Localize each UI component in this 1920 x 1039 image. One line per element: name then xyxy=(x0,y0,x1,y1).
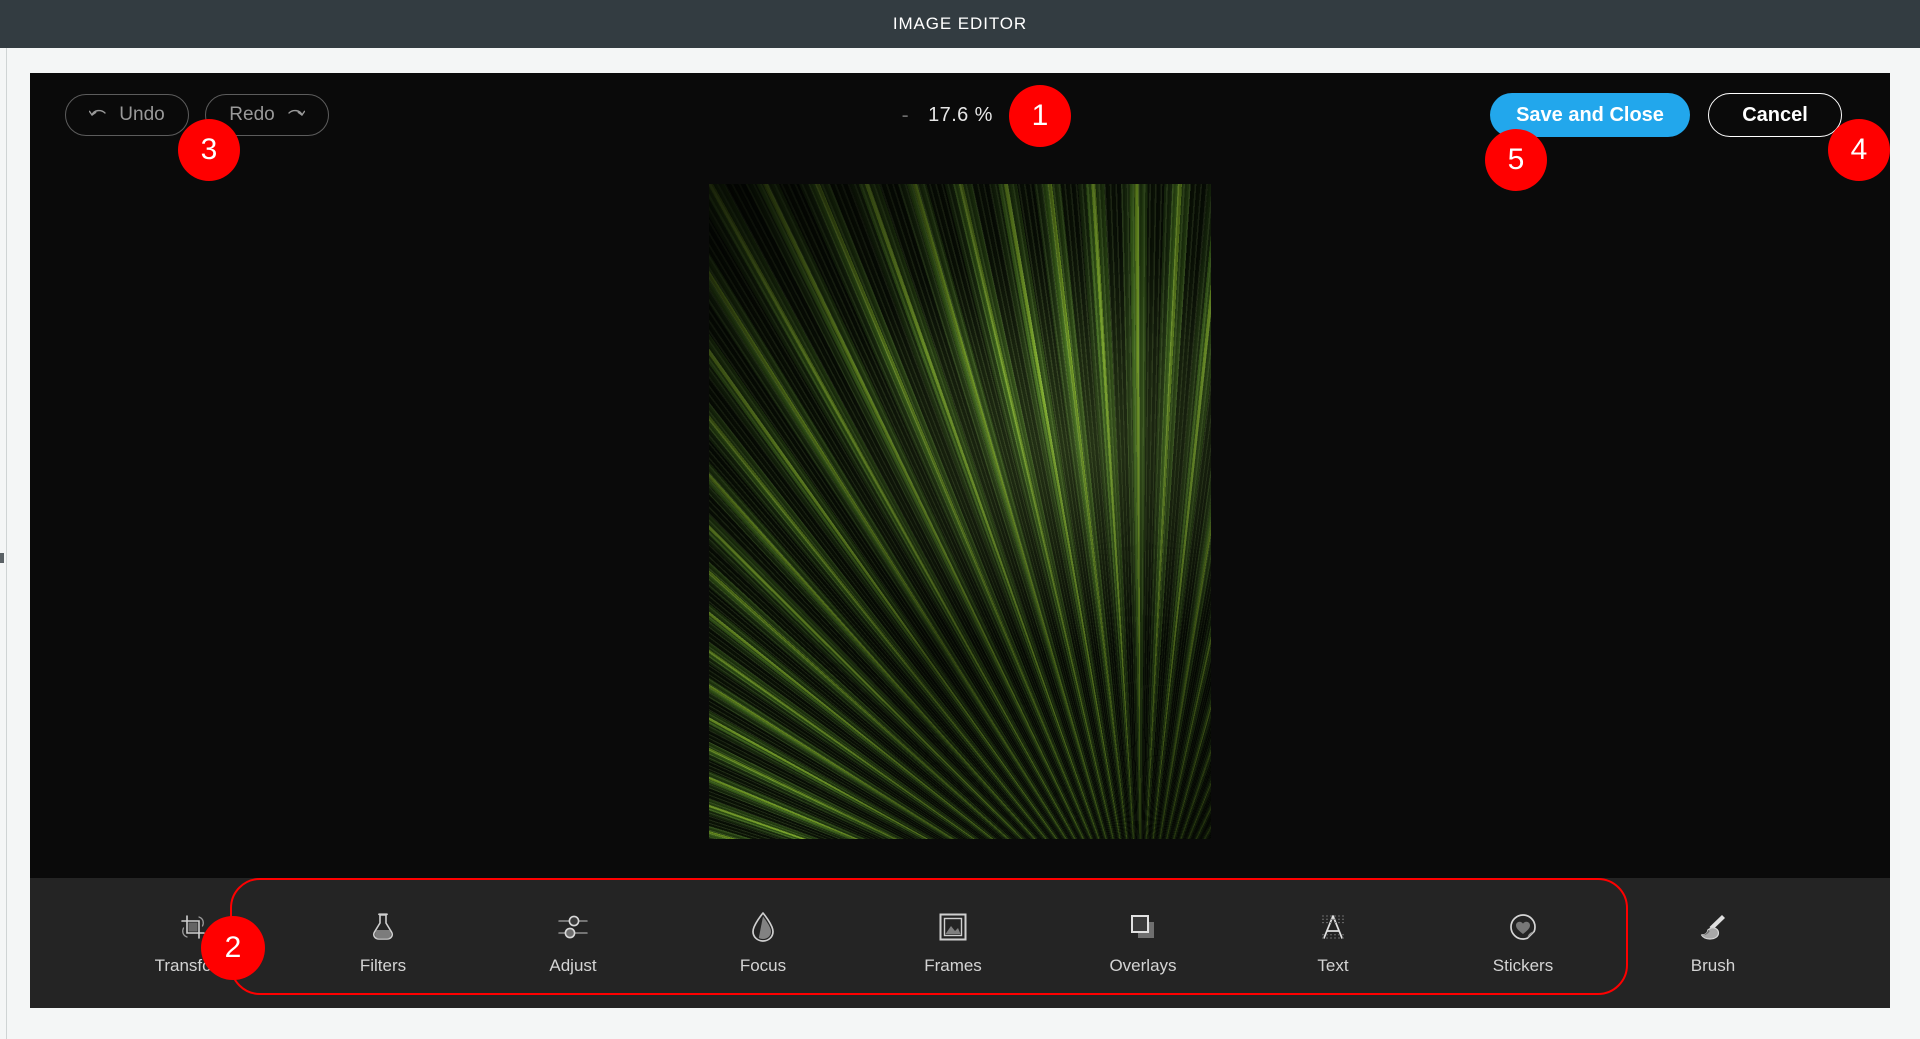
tool-brush[interactable]: Brush xyxy=(1638,895,1788,991)
image-top-shadow xyxy=(709,184,1211,354)
flask-icon xyxy=(368,910,398,944)
annotation-badge-5: 5 xyxy=(1485,129,1547,191)
tool-label: Brush xyxy=(1691,956,1735,976)
editor-panel: Undo Redo - 17.6 % + Save and Close Canc… xyxy=(30,73,1890,1008)
tool-label: Stickers xyxy=(1493,956,1553,976)
droplet-icon xyxy=(749,910,777,944)
image-editor-window: IMAGE EDITOR Undo Redo xyxy=(0,0,1920,1039)
tool-label: Focus xyxy=(740,956,786,976)
frame-icon xyxy=(937,910,969,944)
zoom-level-value: 17.6 % xyxy=(928,104,993,127)
tool-adjust[interactable]: Adjust xyxy=(498,895,648,991)
window-title: IMAGE EDITOR xyxy=(893,14,1027,34)
tool-label: Filters xyxy=(360,956,406,976)
tool-overlays[interactable]: Overlays xyxy=(1068,895,1218,991)
sticker-heart-icon xyxy=(1507,910,1539,944)
redo-arrow-icon xyxy=(285,108,305,122)
tool-label: Frames xyxy=(924,956,982,976)
bottom-tool-strip: Transform Filters xyxy=(30,878,1890,1008)
undo-arrow-icon xyxy=(89,108,109,122)
image-canvas[interactable] xyxy=(30,145,1890,878)
zoom-out-button[interactable]: - xyxy=(898,105,912,126)
sliders-icon xyxy=(556,910,590,944)
tool-label: Adjust xyxy=(549,956,596,976)
tool-focus[interactable]: Focus xyxy=(688,895,838,991)
tool-text[interactable]: Text xyxy=(1258,895,1408,991)
annotation-badge-1: 1 xyxy=(1009,85,1071,147)
paintbrush-icon xyxy=(1697,910,1729,944)
tool-filters[interactable]: Filters xyxy=(308,895,458,991)
layers-icon xyxy=(1127,910,1159,944)
text-a-icon xyxy=(1318,910,1348,944)
undo-label: Undo xyxy=(119,104,164,126)
top-toolbar: Undo Redo - 17.6 % + Save and Close Canc… xyxy=(30,73,1890,145)
redo-label: Redo xyxy=(229,104,274,126)
annotation-badge-2: 2 xyxy=(201,916,265,980)
tool-stickers[interactable]: Stickers xyxy=(1448,895,1598,991)
undo-button[interactable]: Undo xyxy=(65,94,189,136)
tool-list: Transform Filters xyxy=(58,878,1848,1008)
tool-frames[interactable]: Frames xyxy=(878,895,1028,991)
annotation-badge-4: 4 xyxy=(1828,119,1890,181)
edited-image[interactable] xyxy=(709,184,1211,839)
tool-label: Text xyxy=(1317,956,1348,976)
tool-label: Overlays xyxy=(1109,956,1176,976)
window-edge-marker xyxy=(0,553,4,563)
annotation-badge-3: 3 xyxy=(178,119,240,181)
cancel-button[interactable]: Cancel xyxy=(1708,93,1842,137)
window-left-edge xyxy=(0,48,7,1039)
window-title-bar: IMAGE EDITOR xyxy=(0,0,1920,48)
